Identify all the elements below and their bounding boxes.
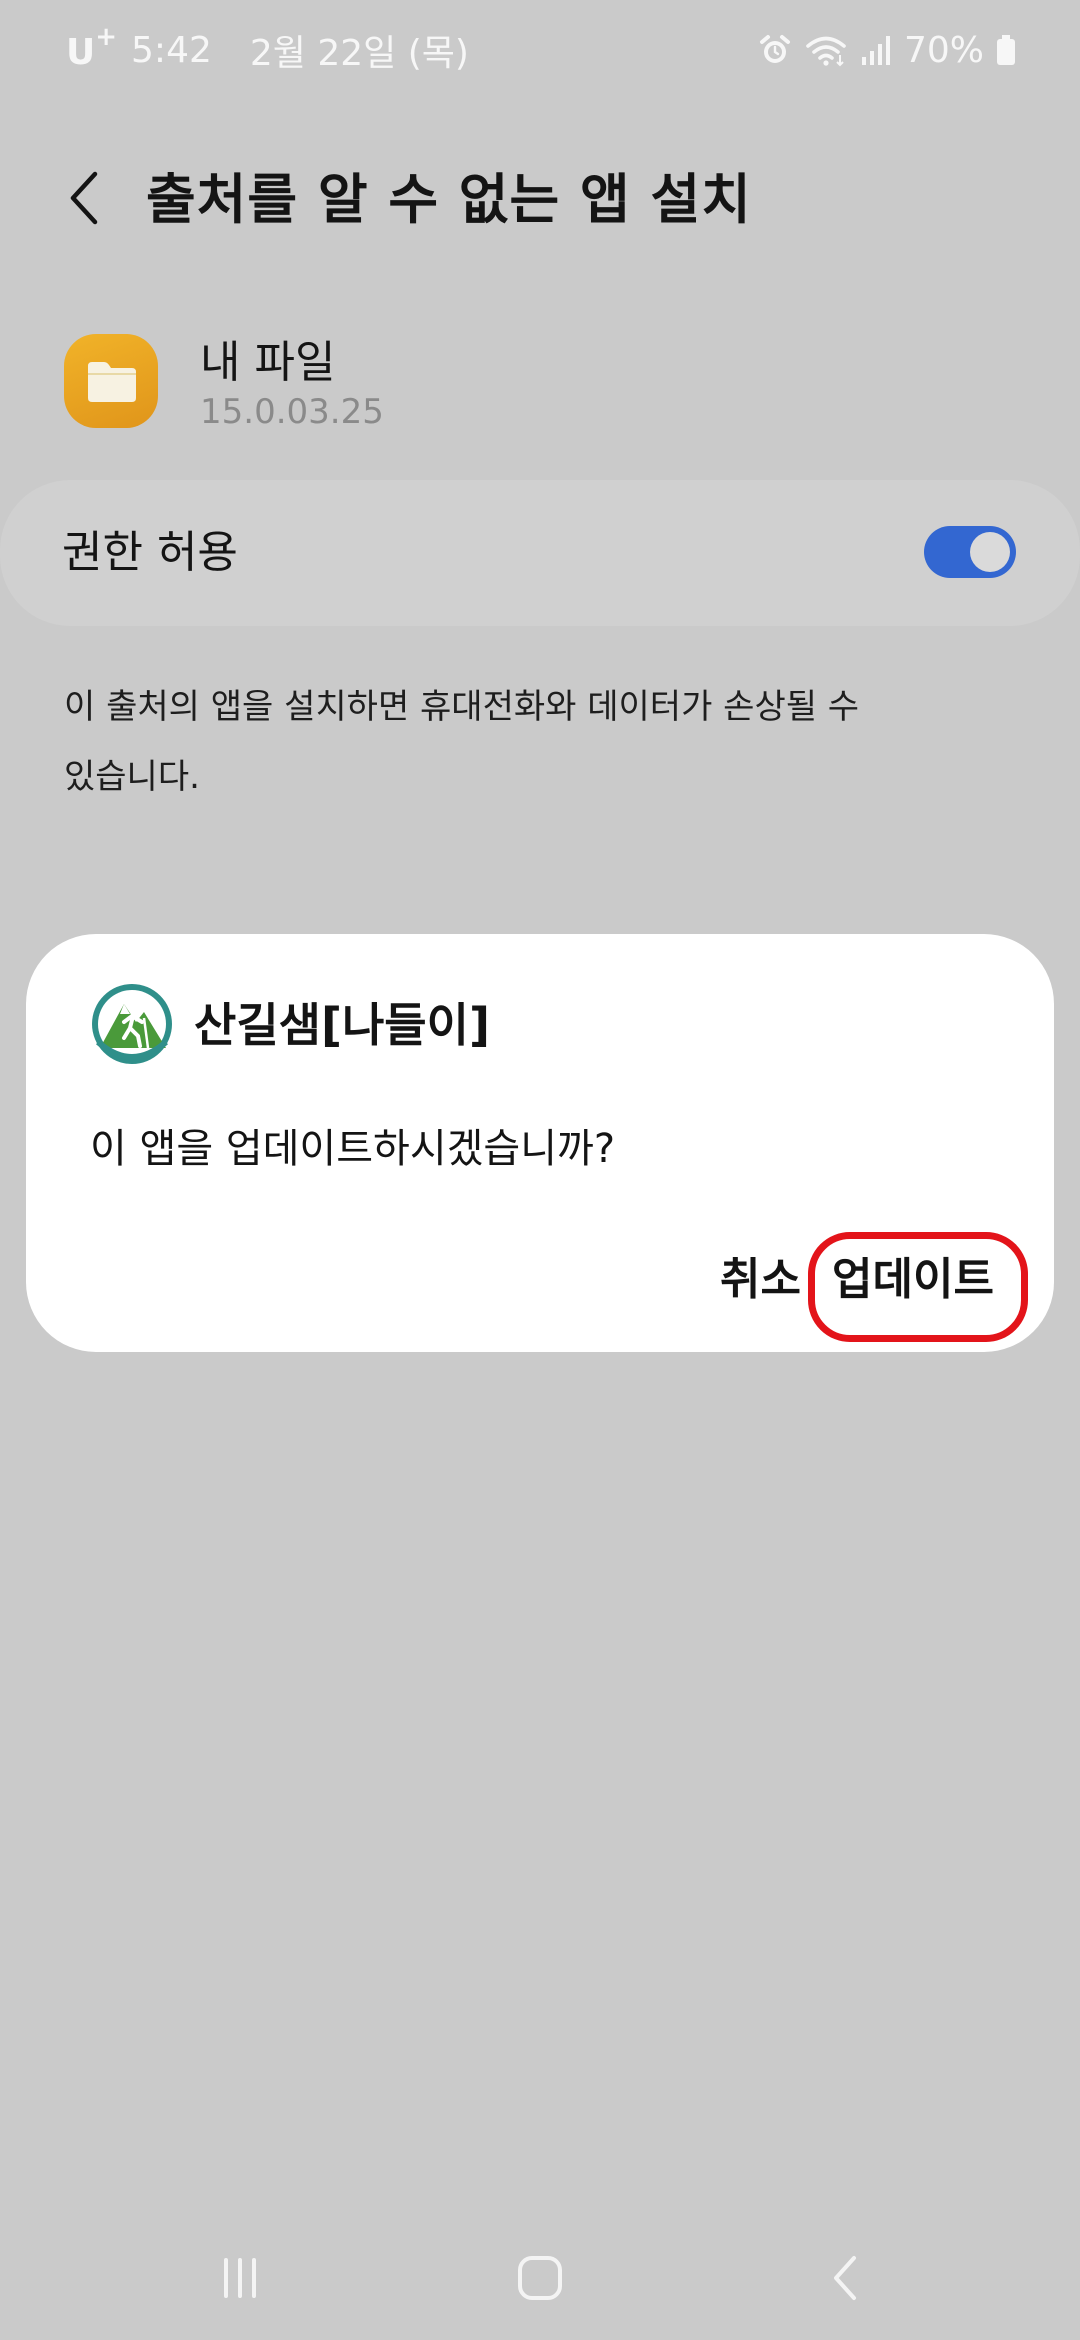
folder-icon bbox=[64, 334, 158, 428]
update-button[interactable]: 업데이트 bbox=[832, 1230, 994, 1330]
signal-icon bbox=[860, 33, 892, 67]
dialog-title: 산길샘[나들이] bbox=[194, 998, 490, 1052]
permission-card[interactable]: 권한 허용 bbox=[0, 480, 1080, 626]
permission-toggle[interactable] bbox=[924, 526, 1016, 578]
wifi-icon bbox=[804, 33, 848, 67]
back-button[interactable] bbox=[50, 160, 120, 240]
status-date: 2월 22일 (목) bbox=[249, 33, 469, 74]
dialog-message: 이 앱을 업데이트하시겠습니까? bbox=[90, 1126, 616, 1172]
warning-text: 이 출처의 앱을 설치하면 휴대전화와 데이터가 손상될 수 있습니다. bbox=[64, 687, 860, 797]
status-time: 5:42 bbox=[131, 29, 212, 71]
update-dialog: 산길샘[나들이] 이 앱을 업데이트하시겠습니까? 취소 업데이트 bbox=[26, 934, 1054, 1352]
permission-label: 권한 허용 bbox=[62, 527, 238, 578]
app-name: 내 파일 bbox=[200, 337, 336, 388]
status-bar: U+ 5:42 2월 22일 (목) 70% bbox=[0, 0, 1080, 100]
cancel-button[interactable]: 취소 bbox=[720, 1230, 801, 1330]
chevron-left-icon bbox=[65, 168, 105, 232]
carrier-label: U+ bbox=[66, 21, 118, 73]
status-left: U+ 5:42 2월 22일 (목) bbox=[66, 22, 469, 78]
app-version: 15.0.03.25 bbox=[200, 392, 384, 432]
toggle-knob bbox=[970, 532, 1010, 572]
status-right: 70% bbox=[758, 22, 1016, 78]
recents-button[interactable] bbox=[160, 2220, 320, 2340]
nav-back-button[interactable] bbox=[766, 2220, 926, 2340]
battery-percent: 70% bbox=[903, 29, 984, 71]
alarm-icon bbox=[758, 33, 792, 67]
recents-icon bbox=[218, 2256, 262, 2304]
nav-bar bbox=[0, 2220, 1080, 2340]
hiker-mountain-icon bbox=[90, 982, 174, 1066]
home-button[interactable] bbox=[460, 2220, 620, 2340]
battery-icon bbox=[996, 33, 1016, 67]
back-icon bbox=[830, 2254, 862, 2306]
home-icon bbox=[516, 2254, 564, 2306]
page-title: 출처를 알 수 없는 앱 설치 bbox=[146, 168, 752, 231]
